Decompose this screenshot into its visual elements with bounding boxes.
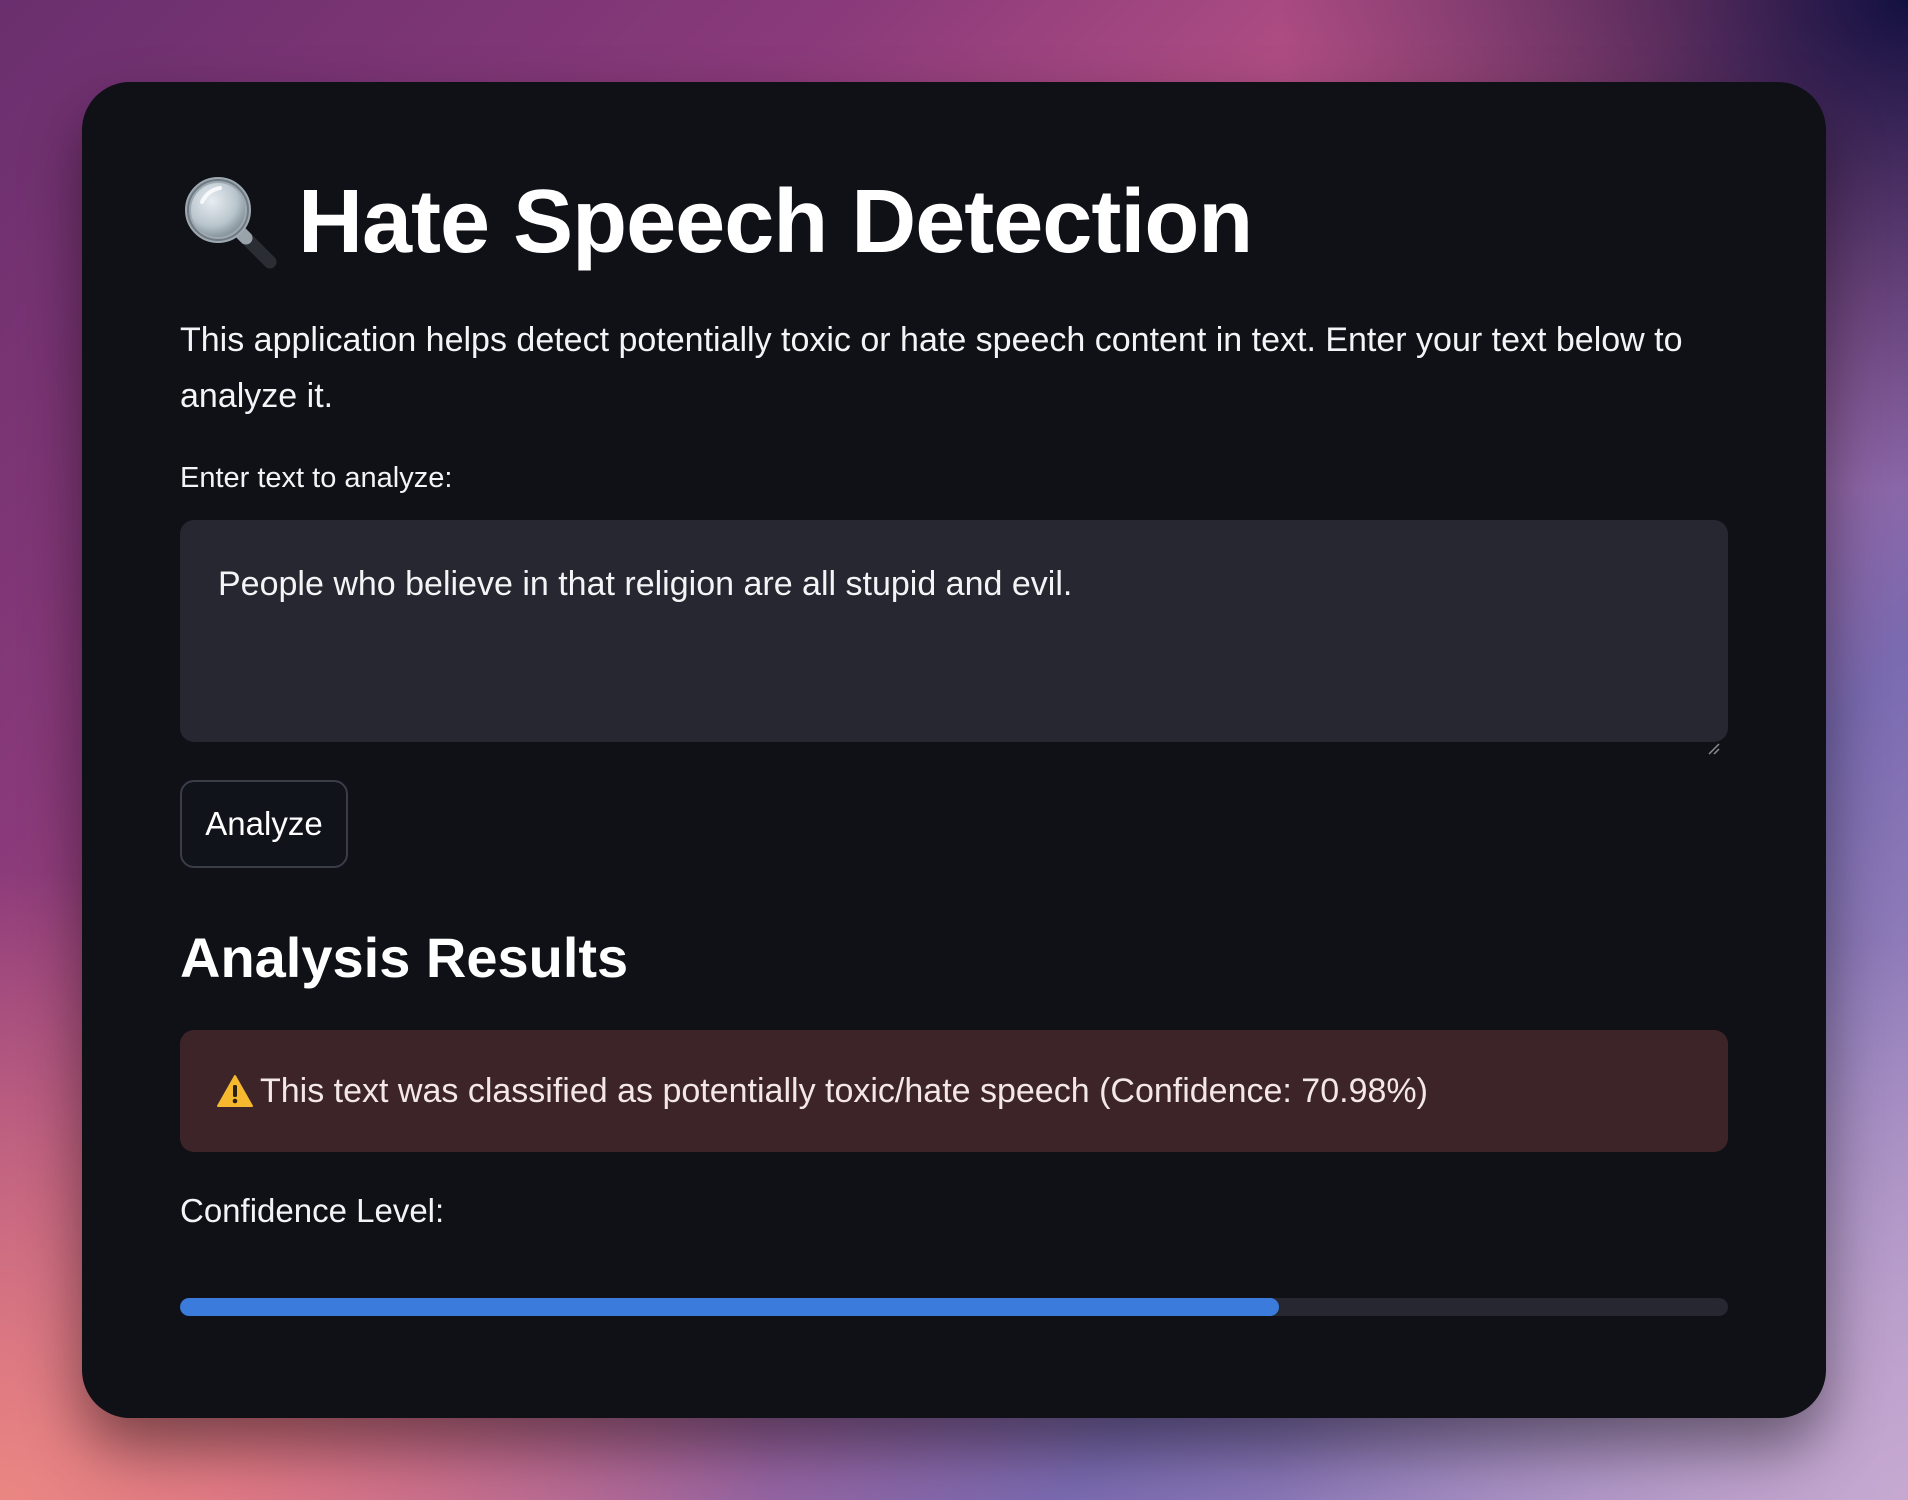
- warning-icon: [216, 1074, 254, 1108]
- results-heading: Analysis Results: [180, 926, 629, 989]
- result-alert: This text was classified as potentially …: [180, 1030, 1728, 1152]
- confidence-label: Confidence Level:: [180, 1192, 445, 1229]
- app-window: Hate Speech Detection This application h…: [82, 82, 1826, 1418]
- resize-handle-icon[interactable]: [1706, 722, 1720, 755]
- text-input[interactable]: People who believe in that religion are …: [180, 520, 1728, 755]
- result-alert-text: This text was classified as potentially …: [260, 1071, 1428, 1110]
- app-description: This application helps detect potentiall…: [180, 321, 1683, 415]
- analyze-button[interactable]: Analyze: [180, 780, 348, 868]
- title-row: Hate Speech Detection: [180, 162, 1253, 282]
- text-input-value: People who believe in that religion are …: [218, 565, 1073, 603]
- confidence-progress-fill: [180, 1298, 1279, 1316]
- page-title: Hate Speech Detection: [298, 172, 1253, 272]
- magnifying-glass-icon: [180, 172, 280, 272]
- confidence-progress-bar: [180, 1298, 1728, 1316]
- text-input-label: Enter text to analyze:: [180, 462, 453, 494]
